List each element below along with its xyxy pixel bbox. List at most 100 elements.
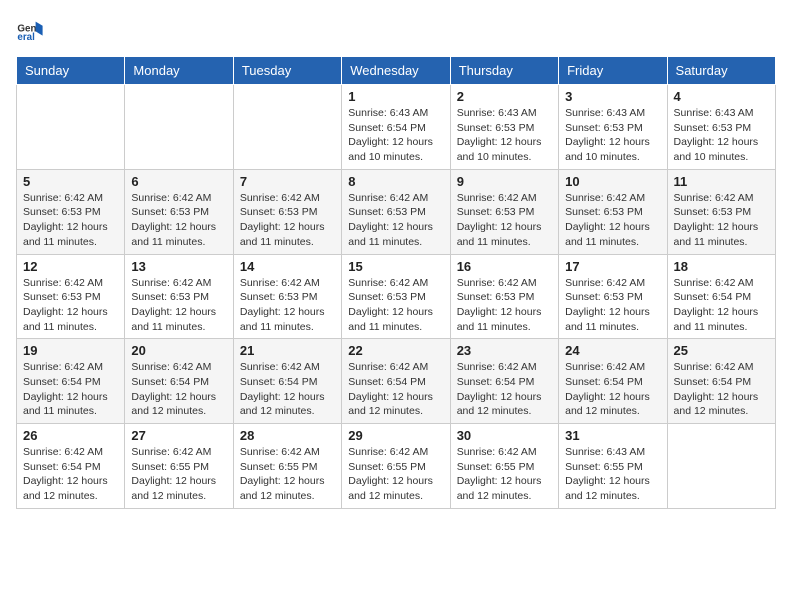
day-info: Sunrise: 6:43 AM Sunset: 6:55 PM Dayligh…	[565, 445, 660, 504]
calendar-day-2: 2 Sunrise: 6:43 AM Sunset: 6:53 PM Daylig…	[450, 85, 558, 170]
calendar-day-7: 7 Sunrise: 6:42 AM Sunset: 6:53 PM Daylig…	[233, 169, 341, 254]
calendar-day-31: 31 Sunrise: 6:43 AM Sunset: 6:55 PM Dayli…	[559, 424, 667, 509]
day-number: 29	[348, 428, 443, 443]
calendar-day-23: 23Sunrise: 6:42 AM Sunset: 6:54 PM Dayli…	[450, 339, 558, 424]
day-info: Sunrise: 6:42 AM Sunset: 6:55 PM Dayligh…	[457, 445, 552, 504]
day-info: Sunrise: 6:42 AM Sunset: 6:53 PM Dayligh…	[565, 191, 660, 250]
day-info: Sunrise: 6:42 AM Sunset: 6:53 PM Dayligh…	[348, 191, 443, 250]
calendar-day-17: 17 Sunrise: 6:42 AM Sunset: 6:53 PM Dayli…	[559, 254, 667, 339]
day-number: 10	[565, 174, 660, 189]
calendar-day-19: 19Sunrise: 6:42 AM Sunset: 6:54 PM Dayli…	[17, 339, 125, 424]
day-info: Sunrise: 6:42 AM Sunset: 6:53 PM Dayligh…	[131, 191, 226, 250]
day-number: 14	[240, 259, 335, 274]
day-number: 20	[131, 343, 226, 358]
calendar-day-27: 27 Sunrise: 6:42 AM Sunset: 6:55 PM Dayli…	[125, 424, 233, 509]
day-info: Sunrise: 6:42 AM Sunset: 6:53 PM Dayligh…	[674, 191, 769, 250]
calendar-day-16: 16Sunrise: 6:42 AM Sunset: 6:53 PM Dayli…	[450, 254, 558, 339]
page-header: Gen eral	[16, 16, 776, 44]
calendar-day-13: 13 Sunrise: 6:42 AM Sunset: 6:53 PM Dayli…	[125, 254, 233, 339]
empty-day-cell	[233, 85, 341, 170]
calendar-day-26: 26 Sunrise: 6:42 AM Sunset: 6:54 PM Dayli…	[17, 424, 125, 509]
day-number: 25	[674, 343, 769, 358]
calendar-day-6: 6 Sunrise: 6:42 AM Sunset: 6:53 PM Daylig…	[125, 169, 233, 254]
day-number: 21	[240, 343, 335, 358]
empty-day-cell	[667, 424, 775, 509]
day-info: Sunrise: 6:42 AM Sunset: 6:54 PM Dayligh…	[23, 445, 118, 504]
day-info: Sunrise: 6:42 AM Sunset: 6:53 PM Dayligh…	[240, 191, 335, 250]
day-info: Sunrise: 6:42 AM Sunset: 6:54 PM Dayligh…	[674, 276, 769, 335]
calendar-day-10: 10 Sunrise: 6:42 AM Sunset: 6:53 PM Dayli…	[559, 169, 667, 254]
day-number: 30	[457, 428, 552, 443]
day-number: 15	[348, 259, 443, 274]
day-number: 12	[23, 259, 118, 274]
weekday-header-wednesday: Wednesday	[342, 57, 450, 85]
empty-day-cell	[125, 85, 233, 170]
weekday-header-tuesday: Tuesday	[233, 57, 341, 85]
day-info: Sunrise: 6:42 AM Sunset: 6:54 PM Dayligh…	[565, 360, 660, 419]
calendar-week-row: 12 Sunrise: 6:42 AM Sunset: 6:53 PM Dayli…	[17, 254, 776, 339]
calendar-table: SundayMondayTuesdayWednesdayThursdayFrid…	[16, 56, 776, 509]
day-info: Sunrise: 6:42 AM Sunset: 6:55 PM Dayligh…	[348, 445, 443, 504]
day-number: 31	[565, 428, 660, 443]
calendar-week-row: 26 Sunrise: 6:42 AM Sunset: 6:54 PM Dayli…	[17, 424, 776, 509]
day-info: Sunrise: 6:42 AM Sunset: 6:55 PM Dayligh…	[131, 445, 226, 504]
day-info: Sunrise: 6:42 AM Sunset: 6:54 PM Dayligh…	[240, 360, 335, 419]
calendar-day-24: 24 Sunrise: 6:42 AM Sunset: 6:54 PM Dayli…	[559, 339, 667, 424]
calendar-day-15: 15Sunrise: 6:42 AM Sunset: 6:53 PM Dayli…	[342, 254, 450, 339]
day-info: Sunrise: 6:42 AM Sunset: 6:54 PM Dayligh…	[674, 360, 769, 419]
weekday-header-thursday: Thursday	[450, 57, 558, 85]
day-number: 17	[565, 259, 660, 274]
calendar-header-row: SundayMondayTuesdayWednesdayThursdayFrid…	[17, 57, 776, 85]
calendar-day-28: 28 Sunrise: 6:42 AM Sunset: 6:55 PM Dayli…	[233, 424, 341, 509]
calendar-week-row: 19Sunrise: 6:42 AM Sunset: 6:54 PM Dayli…	[17, 339, 776, 424]
calendar-day-20: 20 Sunrise: 6:42 AM Sunset: 6:54 PM Dayli…	[125, 339, 233, 424]
day-info: Sunrise: 6:42 AM Sunset: 6:54 PM Dayligh…	[348, 360, 443, 419]
day-info: Sunrise: 6:42 AM Sunset: 6:54 PM Dayligh…	[457, 360, 552, 419]
day-info: Sunrise: 6:42 AM Sunset: 6:54 PM Dayligh…	[131, 360, 226, 419]
day-info: Sunrise: 6:42 AM Sunset: 6:53 PM Dayligh…	[240, 276, 335, 335]
day-number: 11	[674, 174, 769, 189]
calendar-day-5: 5Sunrise: 6:42 AM Sunset: 6:53 PM Daylig…	[17, 169, 125, 254]
day-number: 22	[348, 343, 443, 358]
day-info: Sunrise: 6:43 AM Sunset: 6:53 PM Dayligh…	[457, 106, 552, 165]
calendar-day-11: 11 Sunrise: 6:42 AM Sunset: 6:53 PM Dayli…	[667, 169, 775, 254]
day-number: 8	[348, 174, 443, 189]
calendar-day-12: 12 Sunrise: 6:42 AM Sunset: 6:53 PM Dayli…	[17, 254, 125, 339]
day-info: Sunrise: 6:42 AM Sunset: 6:53 PM Dayligh…	[457, 191, 552, 250]
day-info: Sunrise: 6:42 AM Sunset: 6:53 PM Dayligh…	[457, 276, 552, 335]
day-number: 2	[457, 89, 552, 104]
calendar-day-8: 8 Sunrise: 6:42 AM Sunset: 6:53 PM Daylig…	[342, 169, 450, 254]
day-number: 27	[131, 428, 226, 443]
day-number: 4	[674, 89, 769, 104]
day-number: 26	[23, 428, 118, 443]
day-info: Sunrise: 6:43 AM Sunset: 6:53 PM Dayligh…	[674, 106, 769, 165]
calendar-day-4: 4 Sunrise: 6:43 AM Sunset: 6:53 PM Daylig…	[667, 85, 775, 170]
day-info: Sunrise: 6:43 AM Sunset: 6:54 PM Dayligh…	[348, 106, 443, 165]
day-info: Sunrise: 6:42 AM Sunset: 6:53 PM Dayligh…	[23, 276, 118, 335]
day-info: Sunrise: 6:42 AM Sunset: 6:55 PM Dayligh…	[240, 445, 335, 504]
day-number: 5	[23, 174, 118, 189]
calendar-day-21: 21 Sunrise: 6:42 AM Sunset: 6:54 PM Dayli…	[233, 339, 341, 424]
calendar-week-row: 1Sunrise: 6:43 AM Sunset: 6:54 PM Daylig…	[17, 85, 776, 170]
weekday-header-friday: Friday	[559, 57, 667, 85]
day-number: 9	[457, 174, 552, 189]
weekday-header-saturday: Saturday	[667, 57, 775, 85]
day-number: 3	[565, 89, 660, 104]
calendar-day-22: 22 Sunrise: 6:42 AM Sunset: 6:54 PM Dayli…	[342, 339, 450, 424]
calendar-day-1: 1Sunrise: 6:43 AM Sunset: 6:54 PM Daylig…	[342, 85, 450, 170]
day-number: 7	[240, 174, 335, 189]
day-info: Sunrise: 6:42 AM Sunset: 6:53 PM Dayligh…	[565, 276, 660, 335]
day-number: 28	[240, 428, 335, 443]
weekday-header-sunday: Sunday	[17, 57, 125, 85]
day-number: 24	[565, 343, 660, 358]
calendar-day-3: 3 Sunrise: 6:43 AM Sunset: 6:53 PM Daylig…	[559, 85, 667, 170]
day-number: 13	[131, 259, 226, 274]
day-number: 18	[674, 259, 769, 274]
day-info: Sunrise: 6:42 AM Sunset: 6:53 PM Dayligh…	[131, 276, 226, 335]
weekday-header-monday: Monday	[125, 57, 233, 85]
day-number: 6	[131, 174, 226, 189]
calendar-day-30: 30 Sunrise: 6:42 AM Sunset: 6:55 PM Dayli…	[450, 424, 558, 509]
day-info: Sunrise: 6:42 AM Sunset: 6:54 PM Dayligh…	[23, 360, 118, 419]
calendar-day-18: 18 Sunrise: 6:42 AM Sunset: 6:54 PM Dayli…	[667, 254, 775, 339]
day-info: Sunrise: 6:43 AM Sunset: 6:53 PM Dayligh…	[565, 106, 660, 165]
